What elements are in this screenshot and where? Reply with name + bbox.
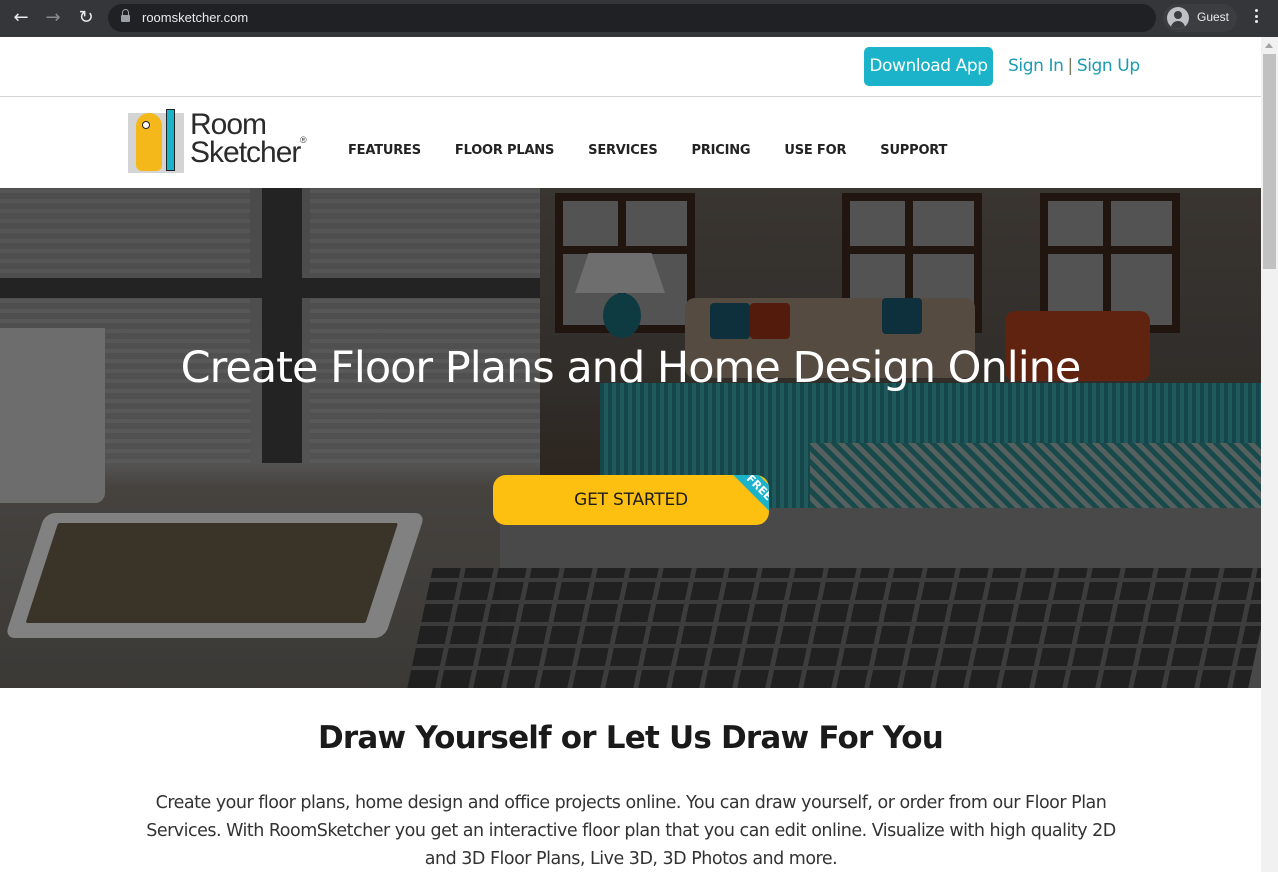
reload-button[interactable]: ↻ — [74, 6, 98, 30]
profile-label: Guest — [1197, 10, 1230, 24]
nav-use-for[interactable]: USE FOR — [784, 143, 846, 158]
page-viewport: Download App Sign In | Sign Up Room Sketch… — [0, 37, 1261, 872]
auth-separator: | — [1067, 56, 1073, 76]
lock-icon — [121, 9, 130, 23]
logo-wordmark: Room Sketcher — [190, 108, 301, 169]
auth-links: Sign In | Sign Up — [1008, 56, 1140, 76]
address-bar[interactable]: roomsketcher.com — [108, 4, 1156, 32]
nav-pricing[interactable]: PRICING — [692, 143, 751, 158]
nav-support[interactable]: SUPPORT — [880, 143, 947, 158]
avatar-icon — [1167, 7, 1189, 29]
hero-title: Create Floor Plans and Home Design Onlin… — [180, 343, 1082, 393]
roomsketcher-logo[interactable]: Room Sketcher ® — [128, 107, 310, 173]
section-description: Create your floor plans, home design and… — [146, 793, 1116, 869]
download-app-button[interactable]: Download App — [864, 47, 993, 86]
registered-mark: ® — [300, 135, 307, 145]
sign-in-link[interactable]: Sign In — [1008, 56, 1064, 76]
get-started-label: GET STARTED — [574, 490, 688, 510]
top-bar: Download App Sign In | Sign Up — [0, 37, 1261, 97]
nav-features[interactable]: FEATURES — [348, 143, 421, 158]
section-title: Draw Yourself or Let Us Draw For You — [317, 720, 944, 756]
sign-up-link[interactable]: Sign Up — [1077, 56, 1140, 76]
main-nav: FEATURES FLOOR PLANS SERVICES PRICING US… — [348, 143, 981, 158]
more-menu-icon[interactable] — [1250, 9, 1262, 29]
scroll-up-arrow-icon[interactable] — [1265, 43, 1273, 48]
site-header: Room Sketcher ® FEATURES FLOOR PLANS SER… — [0, 97, 1261, 188]
page-scrollbar[interactable] — [1261, 37, 1278, 872]
logo-mascot-icon — [128, 109, 184, 173]
browser-toolbar: ← → ↻ roomsketcher.com Guest — [0, 0, 1278, 37]
profile-button[interactable]: Guest — [1163, 4, 1237, 32]
nav-floor-plans[interactable]: FLOOR PLANS — [455, 143, 554, 158]
scrollbar-thumb[interactable] — [1263, 54, 1276, 269]
hero-banner: Create Floor Plans and Home Design Onlin… — [0, 188, 1261, 688]
forward-button[interactable]: → — [41, 6, 65, 30]
back-button[interactable]: ← — [9, 6, 33, 30]
url-text[interactable]: roomsketcher.com — [142, 10, 248, 25]
get-started-button[interactable]: GET STARTED FREE — [493, 475, 769, 525]
nav-services[interactable]: SERVICES — [588, 143, 658, 158]
